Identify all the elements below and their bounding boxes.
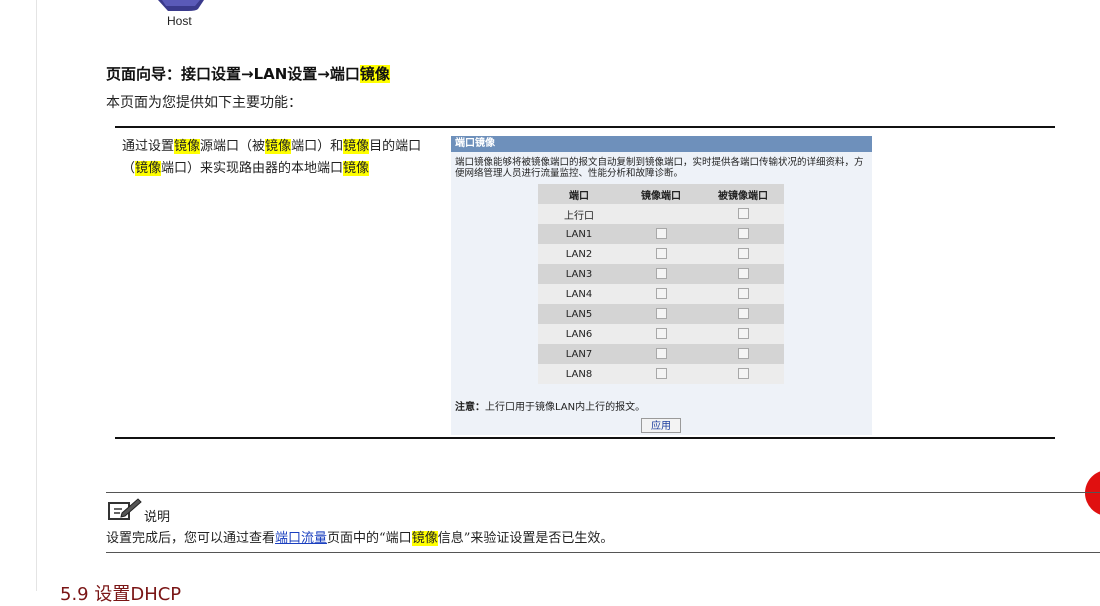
mirror-port-checkbox[interactable] (655, 308, 667, 320)
column-header-port: 端口 (538, 184, 620, 204)
mirror-port-cell (620, 344, 702, 364)
mirrored-port-checkbox[interactable] (737, 208, 749, 220)
mirror-port-cell (620, 244, 702, 264)
port-name-cell: LAN8 (538, 364, 620, 384)
mirrored-port-cell (702, 284, 784, 304)
feature-text-highlight: 镜像 (135, 161, 162, 176)
mirrored-port-cell (702, 224, 784, 244)
mirrored-port-cell (702, 324, 784, 344)
note-text-part: 页面中的“端口 (327, 531, 412, 546)
panel-note-label: 注意： (455, 402, 485, 413)
page-nav-title: 页面向导：接口设置→LAN设置→端口镜像 (106, 63, 390, 84)
host-computer-icon (158, 0, 204, 11)
note-text: 设置完成后，您可以通过查看端口流量页面中的“端口镜像信息”来验证设置是否已生效。 (106, 527, 613, 546)
note-text-part: 信息”来验证设置是否已生效。 (437, 531, 614, 546)
port-traffic-link[interactable]: 端口流量 (275, 531, 327, 546)
mirror-port-cell (620, 284, 702, 304)
mirrored-port-cell (702, 364, 784, 384)
mirror-port-cell (620, 224, 702, 244)
mirror-port-checkbox[interactable] (655, 328, 667, 340)
mirrored-port-checkbox[interactable] (737, 248, 749, 260)
port-name-cell: LAN2 (538, 244, 620, 264)
port-name-cell: LAN5 (538, 304, 620, 324)
feature-text-part: 端口）和 (291, 139, 344, 154)
mirror-port-checkbox[interactable] (655, 288, 667, 300)
red-circle-icon[interactable] (1085, 470, 1100, 516)
mirrored-port-checkbox[interactable] (737, 228, 749, 240)
table-header-row: 端口 镜像端口 被镜像端口 (538, 184, 784, 204)
nav-highlight: 镜像 (359, 65, 390, 83)
table-row: LAN2 (538, 244, 784, 264)
note-text-highlight: 镜像 (411, 531, 438, 546)
port-name-cell: LAN3 (538, 264, 620, 284)
table-row: LAN1 (538, 224, 784, 244)
note-text-part: 设置完成后，您可以通过查看 (106, 531, 276, 546)
mirrored-port-checkbox[interactable] (737, 268, 749, 280)
port-name-cell: LAN1 (538, 224, 620, 244)
mirror-port-cell (620, 364, 702, 384)
intro-text: 本页面为您提供如下主要功能： (106, 95, 302, 111)
mirrored-port-checkbox[interactable] (737, 368, 749, 380)
feature-text-part: 源端口（被 (200, 139, 266, 154)
feature-text-highlight: 镜像 (174, 139, 201, 154)
port-name-cell: LAN7 (538, 344, 620, 364)
feature-text-part: 端口）来实现路由器的本地端口 (161, 161, 344, 176)
feature-table-bottom-border (115, 437, 1055, 439)
table-row: 上行口 (538, 204, 784, 224)
mirrored-port-checkbox[interactable] (737, 308, 749, 320)
panel-note-text: 上行口用于镜像LAN内上行的报文。 (485, 402, 646, 413)
note-title: 说明 (144, 510, 171, 525)
mirror-port-cell (620, 304, 702, 324)
panel-title: 端口镜像 (451, 136, 872, 152)
mirrored-port-cell (702, 304, 784, 324)
panel-note: 注意：上行口用于镜像LAN内上行的报文。 (455, 398, 645, 413)
table-row: LAN8 (538, 364, 784, 384)
mirrored-port-cell (702, 244, 784, 264)
port-name-cell: LAN4 (538, 284, 620, 304)
note-top-rule (106, 492, 1100, 493)
table-row: LAN5 (538, 304, 784, 324)
table-row: LAN4 (538, 284, 784, 304)
column-header-mirror-port: 镜像端口 (620, 184, 702, 204)
feature-text-part: 通过设置 (122, 139, 175, 154)
mirrored-port-checkbox[interactable] (737, 348, 749, 360)
feature-text-highlight: 镜像 (265, 139, 292, 154)
feature-table-top-border (115, 126, 1055, 128)
mirror-port-checkbox[interactable] (655, 268, 667, 280)
mirror-port-checkbox[interactable] (655, 248, 667, 260)
mirror-port-checkbox[interactable] (655, 228, 667, 240)
apply-button[interactable]: 应用 (641, 418, 681, 433)
mirror-port-cell (620, 204, 702, 224)
mirror-port-table: 端口 镜像端口 被镜像端口 上行口 LAN1 LAN2 LAN3 LAN4 LAN5 LAN… (538, 184, 784, 384)
mirror-port-checkbox[interactable] (655, 348, 667, 360)
next-section-heading: 5.9 设置DHCP (60, 584, 182, 605)
nav-path: 页面向导：接口设置→LAN设置→端口 (106, 65, 360, 83)
port-name-cell: LAN6 (538, 324, 620, 344)
note-bottom-rule (106, 552, 1100, 553)
mirror-port-cell (620, 264, 702, 284)
left-margin-rule (36, 0, 37, 591)
mirrored-port-checkbox[interactable] (737, 328, 749, 340)
mirrored-port-checkbox[interactable] (737, 288, 749, 300)
mirrored-port-cell (702, 204, 784, 224)
mirror-port-checkbox[interactable] (655, 368, 667, 380)
mirror-port-cell (620, 324, 702, 344)
table-row: LAN3 (538, 264, 784, 284)
host-label: Host (167, 14, 192, 28)
note-pencil-icon (108, 498, 142, 520)
mirrored-port-cell (702, 344, 784, 364)
mirrored-port-cell (702, 264, 784, 284)
port-name-cell: 上行口 (538, 204, 620, 224)
port-mirror-screenshot: 端口镜像 端口镜像能够将被镜像端口的报文自动复制到镜像端口，实时提供各端口传输状… (451, 136, 872, 435)
table-row: LAN7 (538, 344, 784, 364)
feature-text-highlight: 镜像 (343, 139, 370, 154)
feature-text-highlight: 镜像 (343, 161, 370, 176)
panel-description: 端口镜像能够将被镜像端口的报文自动复制到镜像端口，实时提供各端口传输状况的详细资… (455, 157, 864, 179)
table-row: LAN6 (538, 324, 784, 344)
column-header-mirrored-port: 被镜像端口 (702, 184, 784, 204)
feature-description: 通过设置镜像源端口（被镜像端口）和镜像目的端口（镜像端口）来实现路由器的本地端口… (122, 136, 442, 180)
